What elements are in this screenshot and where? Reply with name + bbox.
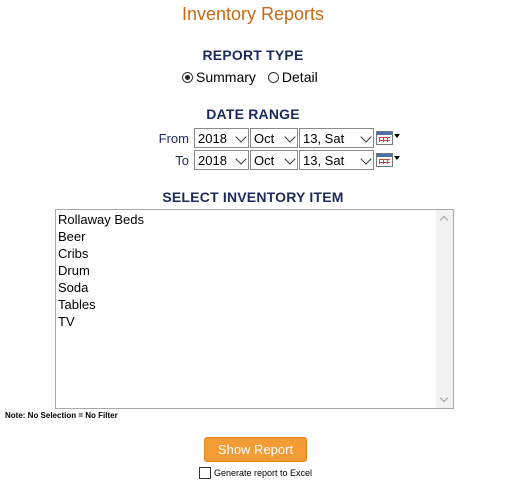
chevron-down-icon [235, 131, 247, 143]
show-report-button[interactable]: Show Report [204, 437, 307, 462]
list-item[interactable]: TV [58, 313, 144, 330]
detail-radio-label[interactable]: Detail [282, 69, 318, 85]
list-item[interactable]: Drum [58, 262, 144, 279]
from-calendar-dropdown-icon[interactable] [394, 134, 400, 138]
to-calendar-dropdown-icon[interactable] [394, 156, 400, 160]
scroll-up-arrow-icon[interactable] [439, 215, 449, 225]
to-month-value: Oct [254, 152, 275, 168]
list-item[interactable]: Beer [58, 228, 144, 245]
from-month-select[interactable]: Oct [250, 128, 298, 148]
list-item[interactable]: Rollaway Beds [58, 211, 144, 228]
detail-radio[interactable] [267, 71, 279, 83]
from-date-row: From 2018 Oct 13, Sat [155, 128, 400, 148]
to-day-select[interactable]: 13, Sat [299, 150, 374, 170]
filter-note: Note: No Selection = No Filter [5, 411, 118, 420]
excel-checkbox-label[interactable]: Generate report to Excel [214, 468, 312, 478]
summary-radio[interactable] [182, 71, 193, 83]
to-day-value: 13, Sat [303, 152, 345, 168]
from-label: From [158, 130, 189, 146]
inventory-item-list: Rollaway Beds Beer Cribs Drum Soda Table… [58, 211, 144, 330]
to-date-row: To 2018 Oct 13, Sat [155, 150, 400, 170]
list-item[interactable]: Cribs [58, 245, 144, 262]
to-year-value: 2018 [198, 152, 227, 168]
inventory-item-listbox[interactable]: Rollaway Beds Beer Cribs Drum Soda Table… [55, 209, 454, 409]
from-year-value: 2018 [198, 130, 227, 146]
chevron-down-icon [284, 153, 296, 165]
report-type-options: Summary Detail [182, 69, 330, 85]
report-type-heading: REPORT TYPE [202, 47, 304, 63]
listbox-scrollbar[interactable] [436, 210, 453, 408]
from-day-value: 13, Sat [303, 130, 345, 146]
chevron-down-icon [284, 131, 296, 143]
to-label: To [175, 152, 189, 168]
excel-checkbox[interactable] [199, 467, 211, 479]
from-day-select[interactable]: 13, Sat [299, 128, 374, 148]
to-calendar-icon[interactable] [376, 153, 393, 167]
summary-radio-label[interactable]: Summary [196, 69, 256, 85]
excel-option: Generate report to Excel [199, 467, 312, 479]
chevron-down-icon [360, 153, 372, 165]
chevron-down-icon [235, 153, 247, 165]
date-range-heading: DATE RANGE [206, 106, 300, 122]
from-calendar-icon[interactable] [376, 131, 393, 145]
chevron-down-icon [360, 131, 372, 143]
select-inventory-heading: SELECT INVENTORY ITEM [162, 189, 344, 205]
from-month-value: Oct [254, 130, 275, 146]
inventory-reports-page: Inventory Reports REPORT TYPE Summary De… [0, 0, 520, 503]
list-item[interactable]: Soda [58, 279, 144, 296]
scroll-down-arrow-icon[interactable] [439, 393, 449, 403]
page-title: Inventory Reports [181, 4, 325, 24]
to-month-select[interactable]: Oct [250, 150, 298, 170]
from-year-select[interactable]: 2018 [194, 128, 249, 148]
to-year-select[interactable]: 2018 [194, 150, 249, 170]
list-item[interactable]: Tables [58, 296, 144, 313]
